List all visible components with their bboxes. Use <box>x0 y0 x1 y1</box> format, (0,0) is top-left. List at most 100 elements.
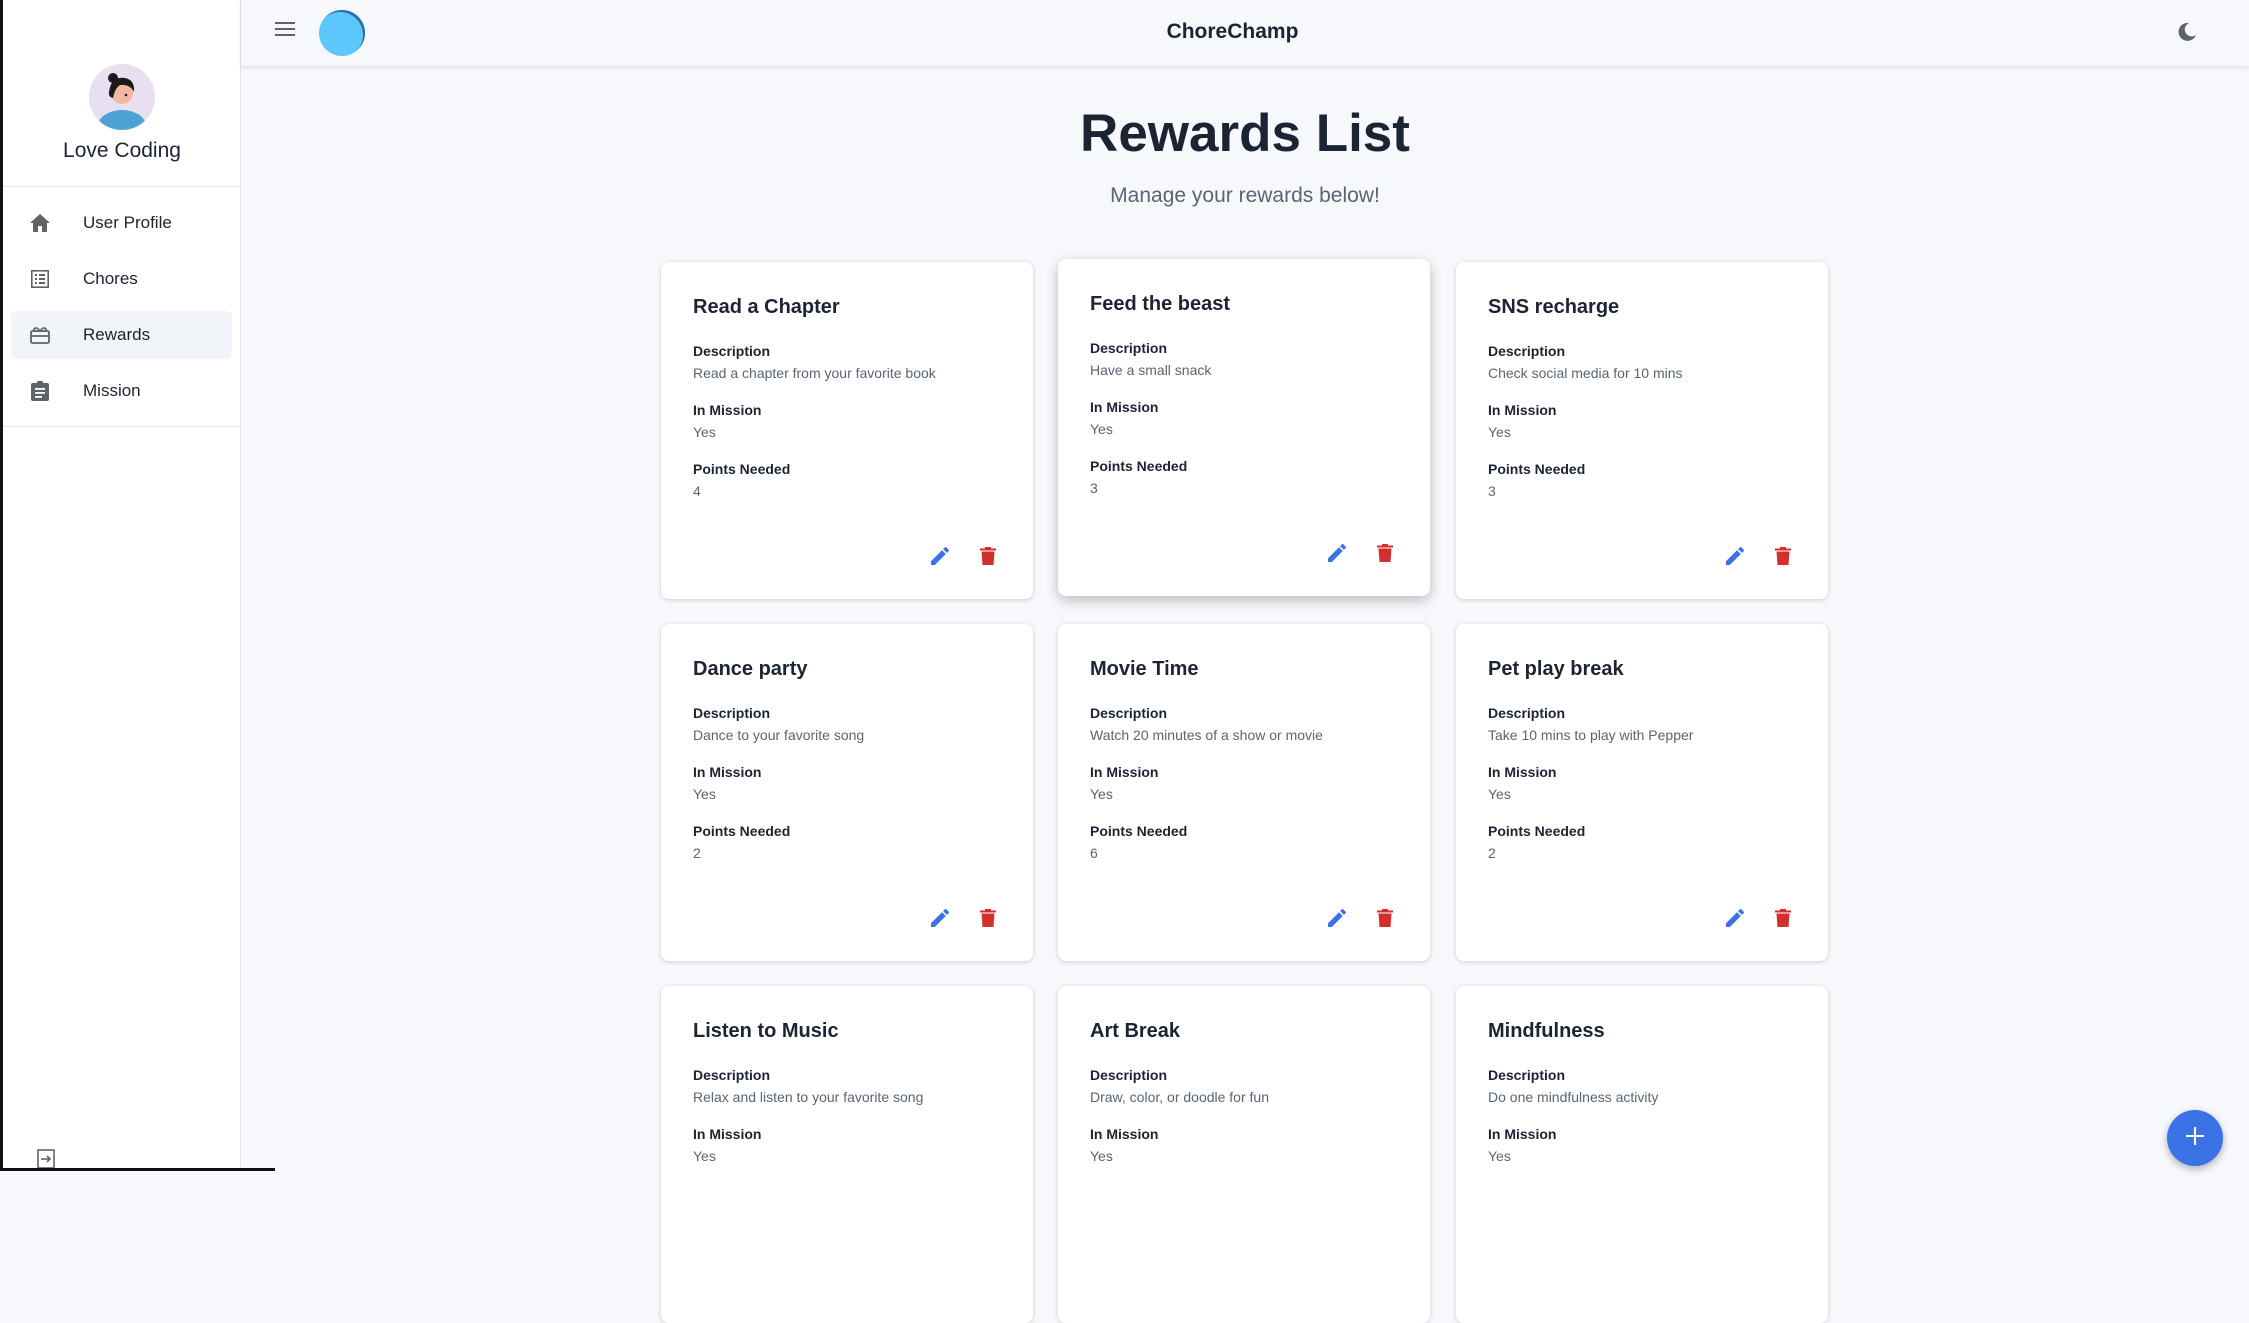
in-mission-value: Yes <box>1090 786 1113 802</box>
in-mission-label: In Mission <box>1488 764 1557 780</box>
edit-icon[interactable] <box>1326 542 1348 564</box>
reward-title: Read a Chapter <box>693 296 840 318</box>
in-mission-label: In Mission <box>693 1126 762 1142</box>
card-actions <box>929 907 999 929</box>
description-label: Description <box>1090 1067 1168 1083</box>
in-mission-label: In Mission <box>693 402 762 418</box>
points-needed-value: 2 <box>693 845 701 861</box>
sidebar-item-user-profile[interactable]: User Profile <box>11 199 232 247</box>
sidebar-item-label: Rewards <box>83 325 151 344</box>
plus-icon <box>2185 1126 2205 1151</box>
in-mission-value: Yes <box>693 424 716 440</box>
reward-title: SNS recharge <box>1488 296 1620 318</box>
delete-icon[interactable] <box>977 907 999 929</box>
in-mission-value: Yes <box>1090 421 1113 437</box>
reward-card: Dance party Description Dance to your fa… <box>661 624 1033 961</box>
description-value: Watch 20 minutes of a show or movie <box>1090 727 1323 743</box>
description-label: Description <box>1488 705 1566 721</box>
dark-mode-icon[interactable] <box>2177 22 2199 44</box>
avatar[interactable] <box>89 64 155 130</box>
sidebar-item-label: Chores <box>83 269 138 288</box>
in-mission-value: Yes <box>693 1148 716 1164</box>
reward-card: SNS recharge Description Check social me… <box>1456 262 1828 599</box>
in-mission-label: In Mission <box>1090 1126 1159 1142</box>
in-mission-label: In Mission <box>1488 402 1557 418</box>
in-mission-label: In Mission <box>1090 399 1159 415</box>
card-actions <box>1724 545 1794 567</box>
sidebar-item-rewards[interactable]: Rewards <box>11 311 232 359</box>
points-needed-value: 4 <box>693 483 701 499</box>
profile-section: Love Coding <box>3 0 240 187</box>
reward-title: Movie Time <box>1090 658 1199 680</box>
edit-icon[interactable] <box>929 907 951 929</box>
description-value: Dance to your favorite song <box>693 727 865 743</box>
app-title: ChoreChamp <box>1166 20 1299 43</box>
points-needed-value: 3 <box>1488 483 1496 499</box>
points-needed-value: 2 <box>1488 845 1496 861</box>
description-label: Description <box>1488 1067 1566 1083</box>
in-mission-value: Yes <box>1488 424 1511 440</box>
description-label: Description <box>693 705 771 721</box>
delete-icon[interactable] <box>1374 542 1396 564</box>
description-value: Have a small snack <box>1090 362 1212 378</box>
reward-card: Art Break Description Draw, color, or do… <box>1058 986 1430 1323</box>
points-needed-label: Points Needed <box>1488 823 1586 839</box>
sidebar-item-chores[interactable]: Chores <box>11 255 232 303</box>
description-label: Description <box>693 1067 771 1083</box>
reward-title: Art Break <box>1090 1020 1181 1042</box>
delete-icon[interactable] <box>1772 907 1794 929</box>
description-value: Relax and listen to your favorite song <box>693 1089 924 1105</box>
reward-card: Mindfulness Description Do one mindfulne… <box>1456 986 1828 1323</box>
description-value: Check social media for 10 mins <box>1488 365 1683 381</box>
reward-card: Feed the beast Description Have a small … <box>1058 259 1430 596</box>
edit-icon[interactable] <box>929 545 951 567</box>
in-mission-label: In Mission <box>693 764 762 780</box>
points-needed-value: 3 <box>1090 480 1098 496</box>
description-value: Take 10 mins to play with Pepper <box>1488 727 1694 743</box>
delete-icon[interactable] <box>1374 907 1396 929</box>
description-value: Draw, color, or doodle for fun <box>1090 1089 1269 1105</box>
in-mission-value: Yes <box>1488 786 1511 802</box>
reward-card: Listen to Music Description Relax and li… <box>661 986 1033 1323</box>
reward-card: Movie Time Description Watch 20 minutes … <box>1058 624 1430 961</box>
in-mission-label: In Mission <box>1090 764 1159 780</box>
edit-icon[interactable] <box>1724 907 1746 929</box>
card-actions <box>929 545 999 567</box>
reward-card: Pet play break Description Take 10 mins … <box>1456 624 1828 961</box>
assignment-icon <box>29 380 51 402</box>
points-needed-label: Points Needed <box>693 461 791 477</box>
sidebar-nav: User Profile Chores Rewards Mission <box>3 187 240 427</box>
description-label: Description <box>693 343 771 359</box>
edit-icon[interactable] <box>1326 907 1348 929</box>
sidebar-item-mission[interactable]: Mission <box>11 367 232 415</box>
reward-title: Dance party <box>693 658 808 680</box>
profile-name: Love Coding <box>63 139 181 162</box>
card-actions <box>1724 907 1794 929</box>
sidebar: Love Coding User Profile Chores Rewards … <box>0 0 241 1171</box>
reward-title: Pet play break <box>1488 658 1624 680</box>
reward-card: Read a Chapter Description Read a chapte… <box>661 262 1033 599</box>
reward-title: Mindfulness <box>1488 1020 1605 1042</box>
in-mission-value: Yes <box>1090 1148 1113 1164</box>
add-reward-button[interactable] <box>2167 1110 2223 1166</box>
sidebar-item-label: User Profile <box>83 213 172 232</box>
description-value: Read a chapter from your favorite book <box>693 365 936 381</box>
reward-title: Feed the beast <box>1090 293 1231 315</box>
rewards-icon <box>29 324 51 346</box>
home-icon <box>29 212 51 234</box>
points-needed-label: Points Needed <box>1090 823 1188 839</box>
points-needed-label: Points Needed <box>1488 461 1586 477</box>
edit-icon[interactable] <box>1724 545 1746 567</box>
page-title: Rewards List <box>1080 104 1410 163</box>
points-needed-label: Points Needed <box>1090 458 1188 474</box>
description-label: Description <box>1090 340 1168 356</box>
reward-title: Listen to Music <box>693 1020 839 1042</box>
page-subtitle: Manage your rewards below! <box>1110 184 1380 207</box>
description-label: Description <box>1488 343 1566 359</box>
description-label: Description <box>1090 705 1168 721</box>
in-mission-value: Yes <box>1488 1148 1511 1164</box>
top-app-bar: ChoreChamp <box>241 0 2249 66</box>
delete-icon[interactable] <box>977 545 999 567</box>
points-needed-label: Points Needed <box>693 823 791 839</box>
delete-icon[interactable] <box>1772 545 1794 567</box>
